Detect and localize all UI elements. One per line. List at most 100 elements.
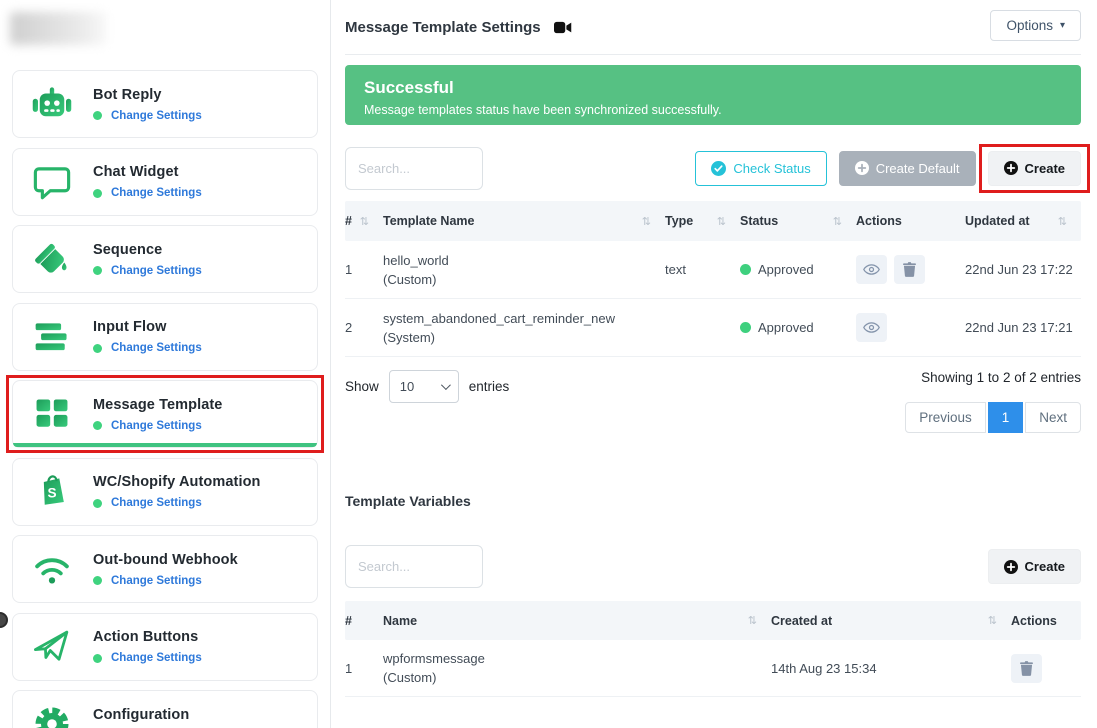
col-type[interactable]: Type⇅	[665, 214, 740, 228]
sidebar-item-label: Message Template	[93, 397, 222, 413]
status-dot	[93, 421, 102, 430]
change-settings-link[interactable]: Change Settings	[111, 265, 202, 277]
video-tutorial-icon[interactable]	[554, 21, 572, 34]
change-settings-link[interactable]: Change Settings	[111, 652, 202, 664]
sidebar-item-chat-widget[interactable]: Chat Widget Change Settings	[12, 148, 318, 216]
check-circle-icon	[711, 161, 726, 176]
app: Bot Reply Change Settings Chat Widget Ch…	[0, 0, 1097, 728]
change-settings-link[interactable]: Change Settings	[111, 497, 202, 509]
sort-icon: ⇅	[1058, 215, 1067, 228]
check-status-label: Check Status	[733, 161, 810, 176]
change-settings-link[interactable]: Change Settings	[111, 187, 202, 199]
template-kind: (System)	[383, 328, 665, 347]
updated-at: 22nd Jun 23 17:21	[965, 320, 1081, 335]
sidebar-item-message-template[interactable]: Message Template Change Settings	[12, 380, 318, 448]
table-row: 1 wpformsmessage (Custom) 14th Aug 23 15…	[345, 640, 1081, 697]
create-button[interactable]: Create	[988, 151, 1081, 186]
template-name: hello_world	[383, 251, 665, 270]
chevron-down-icon	[441, 380, 451, 390]
variable-kind: (Custom)	[383, 668, 771, 687]
table-row: 1 hello_world (Custom) text Approved	[345, 241, 1081, 299]
page-1-button[interactable]: 1	[988, 402, 1024, 433]
check-status-button[interactable]: Check Status	[695, 151, 826, 186]
status-label: Approved	[758, 262, 814, 277]
create-default-label: Create Default	[876, 161, 960, 176]
status-dot	[93, 189, 102, 198]
change-settings-link[interactable]: Change Settings	[111, 342, 202, 354]
sidebar-item-action-buttons[interactable]: Action Buttons Change Settings	[12, 613, 318, 681]
change-settings-link[interactable]: Change Settings	[111, 420, 202, 432]
app-logo	[10, 12, 106, 45]
template-search-input[interactable]	[345, 147, 483, 190]
row-num: 1	[345, 661, 383, 676]
sort-icon: ⇅	[833, 215, 842, 228]
delete-button[interactable]	[1011, 654, 1042, 683]
plus-circle-icon	[855, 161, 869, 175]
sidebar-item-outbound-webhook[interactable]: Out-bound Webhook Change Settings	[12, 535, 318, 603]
variables-table: # Name⇅ Created at⇅ Actions 1 wpformsmes…	[345, 601, 1081, 697]
plus-circle-icon	[1004, 560, 1018, 574]
col-name[interactable]: Name⇅	[383, 614, 771, 628]
sidebar-item-label: Bot Reply	[93, 87, 202, 103]
view-button[interactable]	[856, 313, 887, 342]
svg-text:S: S	[47, 485, 56, 500]
view-button[interactable]	[856, 255, 887, 284]
col-num[interactable]: #⇅	[345, 214, 383, 228]
col-status[interactable]: Status⇅	[740, 214, 856, 228]
status-dot	[93, 499, 102, 508]
create-default-button[interactable]: Create Default	[839, 151, 976, 186]
table-row: 2 system_abandoned_cart_reminder_new (Sy…	[345, 299, 1081, 357]
col-template-name[interactable]: Template Name⇅	[383, 214, 665, 228]
paper-plane-icon	[29, 624, 75, 670]
create-label: Create	[1025, 559, 1065, 574]
sort-icon: ⇅	[748, 614, 757, 627]
sidebar-item-label: Configuration	[93, 707, 202, 723]
template-name: system_abandoned_cart_reminder_new	[383, 309, 665, 328]
status-dot	[93, 576, 102, 585]
sidebar-item-wc-shopify[interactable]: S WC/Shopify Automation Change Settings	[12, 458, 318, 526]
variables-title: Template Variables	[345, 493, 1081, 509]
wifi-icon	[29, 546, 75, 592]
col-num: #	[345, 614, 383, 628]
sidebar-list: Bot Reply Change Settings Chat Widget Ch…	[0, 70, 330, 728]
variable-search-input[interactable]	[345, 545, 483, 588]
sidebar-item-sequence[interactable]: Sequence Change Settings	[12, 225, 318, 293]
eye-icon	[863, 263, 880, 276]
table-header-row: # Name⇅ Created at⇅ Actions	[345, 601, 1081, 640]
variable-name: wpformsmessage	[383, 649, 771, 668]
actions-cell	[1011, 654, 1081, 683]
create-variable-button[interactable]: Create	[988, 549, 1081, 584]
delete-button[interactable]	[894, 255, 925, 284]
col-created-at[interactable]: Created at⇅	[771, 614, 1011, 628]
grid-icon	[29, 391, 75, 437]
plus-circle-icon	[1004, 161, 1018, 175]
col-updated-at[interactable]: Updated at⇅	[965, 214, 1081, 228]
sidebar: Bot Reply Change Settings Chat Widget Ch…	[0, 0, 331, 728]
create-label: Create	[1025, 161, 1065, 176]
change-settings-link[interactable]: Change Settings	[111, 110, 202, 122]
actions-cell	[856, 313, 965, 342]
approved-dot	[740, 322, 751, 333]
bars-icon	[29, 314, 75, 360]
change-settings-link[interactable]: Change Settings	[111, 575, 202, 587]
alert-title: Successful	[364, 78, 1062, 98]
previous-page-button[interactable]: Previous	[905, 402, 986, 433]
status-cell: Approved	[740, 320, 856, 335]
sidebar-item-configuration[interactable]: Configuration Change Settings	[12, 690, 318, 728]
shopify-bag-icon: S	[29, 469, 75, 515]
active-indicator	[13, 443, 317, 447]
gear-icon	[29, 701, 75, 728]
sidebar-item-label: Action Buttons	[93, 629, 202, 645]
main-content: Message Template Settings Options ▾ Succ…	[331, 0, 1097, 728]
sidebar-item-label: Out-bound Webhook	[93, 552, 238, 568]
sidebar-item-bot-reply[interactable]: Bot Reply Change Settings	[12, 70, 318, 138]
page-size-select[interactable]: 10	[389, 370, 459, 403]
options-button[interactable]: Options ▾	[990, 10, 1081, 41]
paint-bucket-icon	[29, 236, 75, 282]
variable-name-cell: wpformsmessage (Custom)	[383, 649, 771, 687]
sidebar-item-input-flow[interactable]: Input Flow Change Settings	[12, 303, 318, 371]
next-page-button[interactable]: Next	[1025, 402, 1081, 433]
sort-icon: ⇅	[360, 215, 369, 228]
page-header: Message Template Settings Options ▾	[345, 0, 1081, 55]
page-size-value: 10	[400, 379, 414, 394]
